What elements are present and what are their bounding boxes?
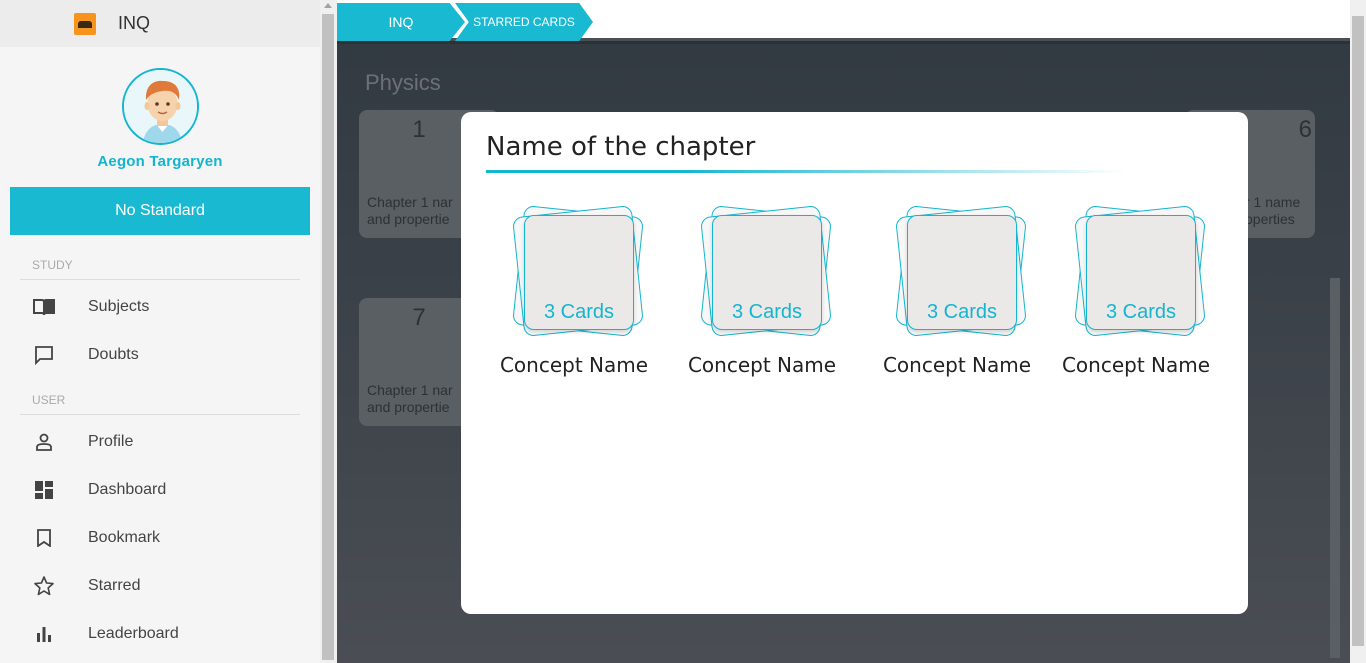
sidebar: INQ Aegon Targaryen No Standard STUDY Su…	[0, 0, 320, 663]
sidebar-item-label: Dashboard	[88, 481, 167, 498]
concept-name: Concept Name	[882, 353, 1032, 377]
card-stack: 3 Cards	[895, 205, 1027, 339]
chapter-name-line: operties	[1245, 211, 1295, 227]
content-scrollbar[interactable]	[1330, 278, 1340, 658]
standard-button[interactable]: No Standard	[10, 187, 310, 235]
chapter-name: Chapter 1 nar and propertie	[367, 194, 453, 228]
topbar: INQ STARRED CARDS	[337, 0, 1350, 41]
concept-card[interactable]: 3 Cards Concept Name	[882, 205, 1032, 382]
concept-name: Concept Name	[1061, 353, 1211, 377]
chapter-name: r 1 name operties	[1245, 194, 1300, 228]
chapter-name-line: Chapter 1 nar	[367, 194, 453, 210]
title-underline	[486, 170, 1126, 173]
dashboard-icon	[33, 479, 55, 501]
scroll-up-icon[interactable]	[324, 3, 332, 8]
chapter-modal: Name of the chapter 3 Cards Concept Name…	[461, 112, 1248, 614]
app-name: INQ	[118, 13, 151, 33]
concept-name: Concept Name	[687, 353, 837, 377]
breadcrumb-starred-cards[interactable]: STARRED CARDS	[455, 3, 593, 41]
chapter-name-line: Chapter 1 nar	[367, 382, 453, 398]
section-label-user: USER	[32, 393, 66, 407]
app-root: INQ Aegon Targaryen No Standard STUDY Su…	[0, 0, 1366, 663]
inq-logo-icon[interactable]	[74, 12, 96, 35]
chapter-name-line: and propertie	[367, 211, 450, 227]
chapter-name: Chapter 1 nar and propertie	[367, 382, 453, 416]
sidebar-item-bookmark[interactable]: Bookmark	[0, 518, 320, 558]
breadcrumb-home[interactable]: INQ	[337, 3, 465, 41]
sidebar-item-leaderboard[interactable]: Leaderboard	[0, 614, 320, 654]
sidebar-item-label: Profile	[88, 433, 134, 450]
concept-name: Concept Name	[499, 353, 649, 377]
sidebar-item-label: Leaderboard	[88, 625, 179, 642]
divider	[20, 414, 300, 415]
divider	[20, 279, 300, 280]
subject-title: Physics	[365, 70, 441, 95]
concept-card[interactable]: 3 Cards Concept Name	[687, 205, 837, 382]
section-label-study: STUDY	[32, 258, 73, 272]
user-avatar-icon[interactable]	[122, 68, 199, 145]
concept-card[interactable]: 3 Cards Concept Name	[499, 205, 649, 382]
user-name: Aegon Targaryen	[97, 153, 223, 170]
sidebar-item-label: Starred	[88, 577, 141, 594]
chapter-name-line: and propertie	[367, 399, 450, 415]
sidebar-item-label: Subjects	[88, 298, 150, 315]
sidebar-item-subjects[interactable]: Subjects	[0, 287, 320, 327]
chat-icon	[33, 344, 55, 366]
scrollbar-thumb[interactable]	[1352, 16, 1364, 646]
concept-card[interactable]: 3 Cards Concept Name	[1061, 205, 1211, 382]
scrollbar-thumb[interactable]	[322, 14, 334, 660]
sidebar-item-label: Bookmark	[88, 529, 161, 546]
sidebar-scrollbar[interactable]	[320, 0, 337, 663]
bar-chart-icon	[33, 623, 55, 645]
card-stack: 3 Cards	[700, 205, 832, 339]
book-icon	[33, 296, 55, 318]
person-icon	[33, 431, 55, 453]
cards-count: 3 Cards	[1105, 301, 1177, 323]
card-stack: 3 Cards	[512, 205, 644, 339]
page-scrollbar[interactable]	[1350, 0, 1366, 663]
card-stack: 3 Cards	[1074, 205, 1206, 339]
cards-count: 3 Cards	[543, 301, 615, 323]
modal-title: Name of the chapter	[486, 132, 756, 162]
bookmark-icon	[33, 527, 55, 549]
cards-count: 3 Cards	[926, 301, 998, 323]
star-icon	[33, 575, 55, 597]
chapter-name-line: r 1 name	[1245, 194, 1301, 210]
sidebar-item-starred[interactable]: Starred	[0, 566, 320, 606]
sidebar-header: INQ	[0, 0, 320, 47]
sidebar-item-dashboard[interactable]: Dashboard	[0, 470, 320, 510]
sidebar-item-doubts[interactable]: Doubts	[0, 335, 320, 375]
sidebar-item-label: Doubts	[88, 346, 139, 363]
sidebar-item-profile[interactable]: Profile	[0, 422, 320, 462]
cards-count: 3 Cards	[731, 301, 803, 323]
